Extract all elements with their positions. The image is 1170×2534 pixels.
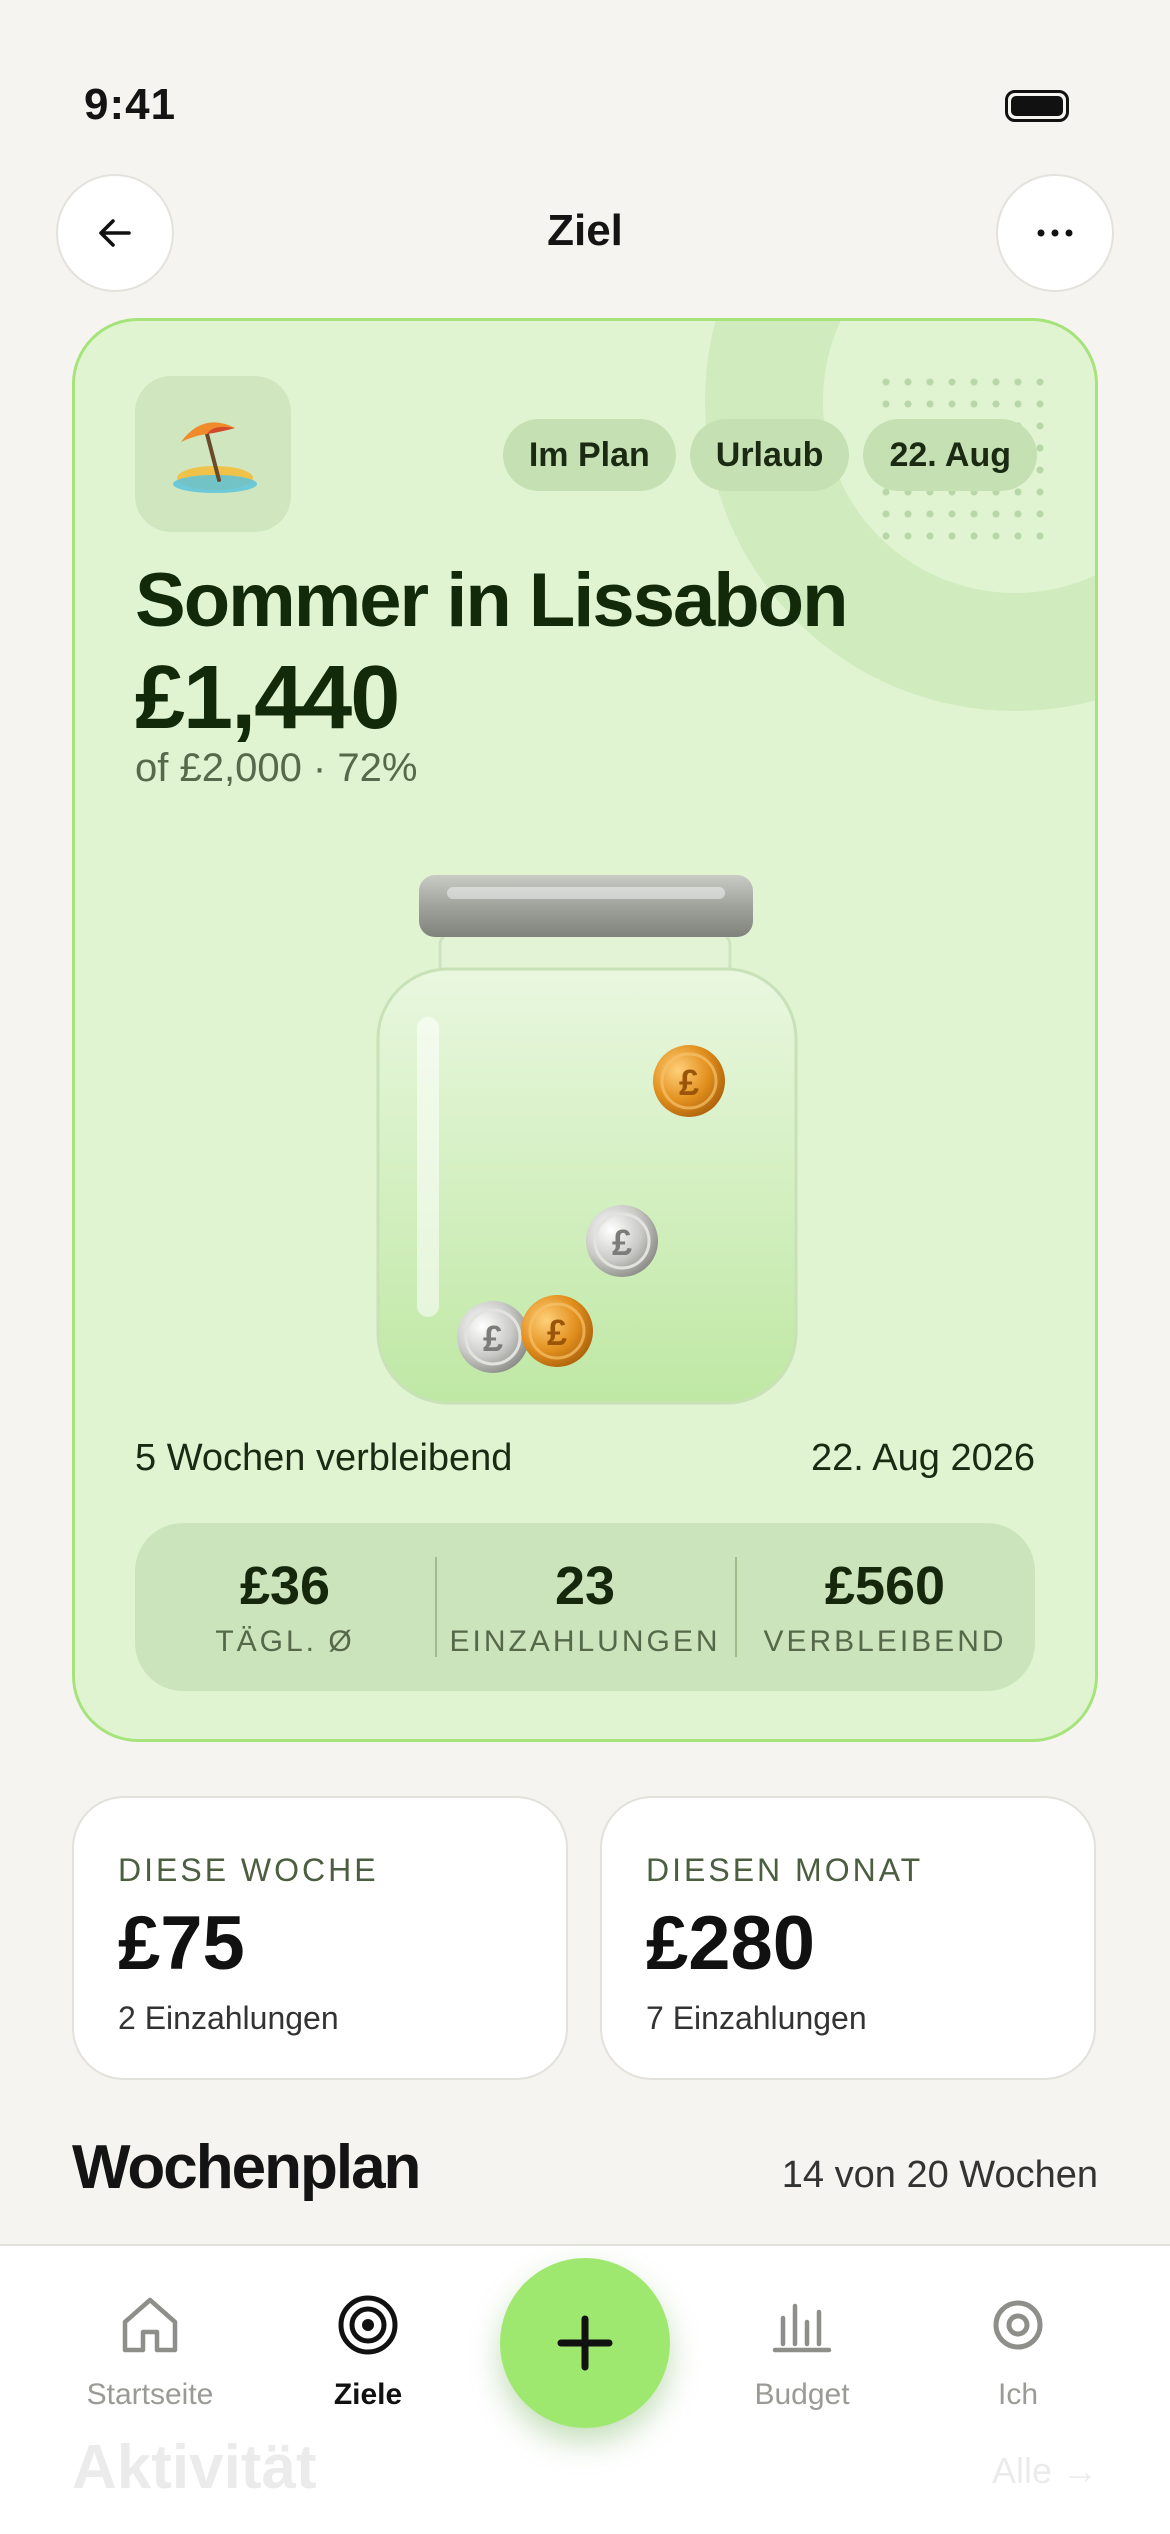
page-title: Ziel <box>547 206 623 255</box>
summary-value: £75 <box>118 1901 245 1986</box>
goal-title: Sommer in Lissabon <box>135 558 848 643</box>
summary-count: 7 Einzahlungen <box>646 2000 867 2036</box>
plus-icon <box>557 2315 613 2371</box>
gold-coin-2: £ <box>521 1295 593 1367</box>
activity-title: Aktivität <box>72 2433 317 2502</box>
stat-value: 23 <box>554 1556 616 1616</box>
weekly-plan-progress: 14 von 20 Wochen <box>781 2154 1098 2196</box>
stat-deposits: 23 EINZAHLUNGEN <box>435 1523 735 1691</box>
svg-text:£: £ <box>679 1062 699 1103</box>
nav-item-home[interactable]: Startseite <box>50 2292 250 2412</box>
nav-label: Ich <box>997 2378 1039 2411</box>
goal-saved-amount: £1,440 <box>135 648 400 748</box>
nav-label: Budget <box>754 2378 850 2411</box>
summary-card-month[interactable]: DIESEN MONAT £280 7 Einzahlungen <box>600 1796 1096 2080</box>
more-button[interactable] <box>996 174 1114 292</box>
stat-value: £36 <box>239 1556 331 1616</box>
weeks-remaining: 5 Wochen verbleibend <box>135 1437 513 1479</box>
goal-progress-text: of £2,000 · 72% <box>135 746 418 790</box>
nav-item-goals[interactable]: Ziele <box>268 2292 468 2412</box>
target-date: 22. Aug 2026 <box>811 1437 1035 1479</box>
silver-coin-2: £ <box>457 1301 529 1373</box>
bar-chart-icon <box>772 2303 832 2353</box>
target-icon <box>338 2295 398 2355</box>
nav-item-budget[interactable]: Budget <box>702 2292 902 2412</box>
profile-icon <box>993 2300 1043 2350</box>
summary-value: £280 <box>646 1901 816 1986</box>
summary-label: DIESE WOCHE <box>118 1852 379 1888</box>
nav-label: Ziele <box>333 2378 403 2411</box>
goal-stats: £36 TÄGL. Ø 23 EINZAHLUNGEN £560 VERBLEI… <box>135 1523 1035 1691</box>
summary-count: 2 Einzahlungen <box>118 2000 339 2036</box>
summary-label: DIESEN MONAT <box>646 1852 924 1888</box>
svg-text:£: £ <box>547 1312 567 1353</box>
goal-tags: Im Plan Urlaub 22. Aug <box>502 419 1037 491</box>
battery-icon <box>1005 90 1069 122</box>
add-deposit-button[interactable] <box>500 2258 670 2428</box>
stat-label: VERBLEIBEND <box>763 1625 1007 1658</box>
more-icon <box>1037 229 1073 237</box>
silver-coin-1: £ <box>586 1205 658 1277</box>
weekly-plan-title: Wochenplan <box>72 2133 421 2202</box>
svg-text:£: £ <box>612 1222 632 1263</box>
activity-see-all-link[interactable]: Alle → <box>992 2450 1098 2492</box>
stat-value: £560 <box>824 1556 946 1616</box>
stat-daily-average: £36 TÄGL. Ø <box>135 1523 435 1691</box>
nav-item-profile[interactable]: Ich <box>918 2292 1118 2412</box>
summary-card-week[interactable]: DIESE WOCHE £75 2 Einzahlungen <box>72 1796 568 2080</box>
svg-text:£: £ <box>483 1318 503 1359</box>
gold-coin-1: £ <box>653 1045 725 1117</box>
home-icon <box>122 2297 178 2353</box>
stat-label: TÄGL. Ø <box>215 1625 355 1658</box>
tag-status[interactable]: Im Plan <box>502 419 676 491</box>
tag-date[interactable]: 22. Aug <box>863 419 1037 491</box>
stat-label: EINZAHLUNGEN <box>449 1625 721 1658</box>
nav-label: Startseite <box>86 2378 214 2411</box>
beach-umbrella-icon <box>135 376 291 532</box>
goal-card[interactable]: Im Plan Urlaub 22. Aug Sommer in Lissabo… <box>72 318 1098 1742</box>
status-time: 9:41 <box>84 80 177 129</box>
tag-category[interactable]: Urlaub <box>689 419 850 491</box>
stat-remaining: £560 VERBLEIBEND <box>735 1523 1035 1691</box>
